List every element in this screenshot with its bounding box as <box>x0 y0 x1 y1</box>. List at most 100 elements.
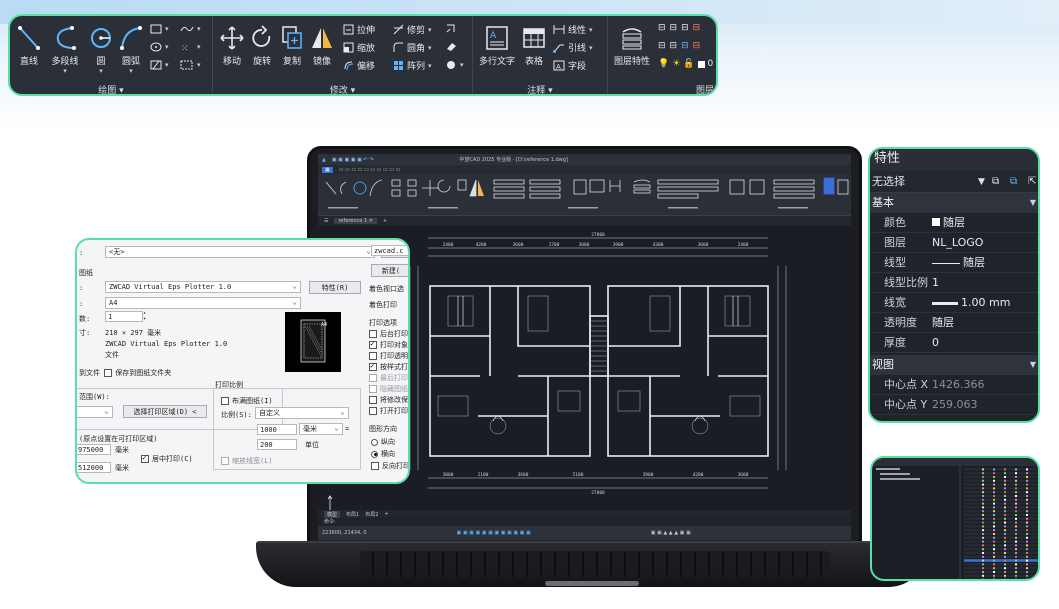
circle-button[interactable]: 圆 ▾ <box>88 24 114 75</box>
line-button[interactable]: 直线 <box>16 24 42 67</box>
cad-menu-items[interactable]: ▭ ▭ ▭ ▭ ▭ ▭ ▭ ▭ ▭ ▭ <box>339 167 401 173</box>
prop-row-center-x[interactable]: 中心点 X 1426.366 <box>870 375 1038 395</box>
fillet-button[interactable]: 圆角 ▾ <box>393 41 432 54</box>
quick-access-toolbar[interactable]: ▣ ▣ ▣ ▣ ▣ ↶ ↷ <box>332 157 374 163</box>
hatch-button[interactable]: ▾ <box>150 60 169 70</box>
ellipse-button[interactable]: ▾ <box>150 42 169 52</box>
status-toggles[interactable]: ▣ ▣ ▣ ▣ ▣ ▣ ▣ ▣ ▣ ▣ ▣ ▣ <box>457 530 531 536</box>
copy-button[interactable]: 复制 <box>279 24 305 67</box>
opt-last-checkbox[interactable]: 最后打印 <box>369 373 408 383</box>
chevron-down-icon[interactable]: ▼ <box>978 171 985 193</box>
polyline-button[interactable]: 多段线 ▾ <box>48 24 82 75</box>
prop-row-thickness[interactable]: 厚度 0 <box>870 333 1038 353</box>
rectangle-button[interactable]: ▾ <box>150 24 169 34</box>
view-section-header[interactable]: 视图 ▼ <box>870 355 1038 375</box>
polyline-dropdown-icon[interactable]: ▾ <box>48 67 82 75</box>
layer-state-icon[interactable]: ⊟ <box>658 23 666 33</box>
fit-paper-checkbox[interactable]: 布满图纸(I) <box>221 396 273 406</box>
rotate-button[interactable]: 旋转 <box>249 24 275 67</box>
prop-row-ltscale[interactable]: 线型比例 1 <box>870 273 1038 293</box>
cad-menu-active[interactable]: ▦ <box>322 166 333 173</box>
opt-transparency-checkbox[interactable]: 打印透明 <box>369 351 408 361</box>
layer-delete-icon[interactable]: ⊟ <box>693 41 701 51</box>
region-button[interactable]: ▾ <box>180 60 201 70</box>
cad-new-tab-icon[interactable]: + <box>383 218 387 224</box>
offset-button[interactable]: 偏移 <box>343 59 375 72</box>
scale-select[interactable]: 自定义 <box>255 406 349 419</box>
mirror-button[interactable]: 镜像 <box>309 24 335 67</box>
scale-lineweights-checkbox[interactable]: 缩放线宽(L) <box>221 456 273 466</box>
circle-dropdown-icon[interactable]: ▾ <box>88 67 114 75</box>
save-drawing-file-option[interactable]: 到文件 保存到图纸文件夹 <box>79 368 171 378</box>
cad-doc-tab[interactable]: reference 1 × <box>334 218 377 224</box>
opt-stamp-checkbox[interactable]: 打开打印 <box>369 406 408 416</box>
layout-tab-1[interactable]: 布局1 <box>346 511 359 518</box>
join-button[interactable]: ▾ <box>445 59 464 70</box>
cad-menu-hamburger-icon[interactable]: ☰ <box>324 218 328 224</box>
printer-select[interactable]: ZWCAD Virtual Eps Plotter 1.0 <box>105 280 301 293</box>
printer-properties-button[interactable]: 特性(R) <box>309 281 361 294</box>
basic-section-header[interactable]: 基本 ▼ <box>870 193 1038 213</box>
basic-collapse-icon[interactable]: ▼ <box>1030 193 1036 213</box>
layer-lock-icon[interactable]: ⊟ <box>681 41 689 51</box>
scale-numerator-input[interactable]: 1000 <box>257 424 297 435</box>
prop-row-linetype[interactable]: 线型 随层 <box>870 253 1038 273</box>
explode-button[interactable] <box>445 23 456 34</box>
layer-row[interactable] <box>964 578 1038 581</box>
view-collapse-icon[interactable]: ▼ <box>1030 355 1036 375</box>
right-new-button[interactable]: 新建( <box>371 264 408 277</box>
spline-button[interactable]: ▾ <box>180 24 201 34</box>
orient-reverse-checkbox[interactable]: 反向打印 <box>371 461 408 471</box>
arc-dropdown-icon[interactable]: ▾ <box>118 67 144 75</box>
opt-styles-checkbox[interactable]: 按样式打 <box>369 361 408 372</box>
layer-off-icon[interactable]: ⊟ <box>658 41 666 51</box>
opt-hide-checkbox[interactable]: 隐藏图纸 <box>369 384 408 394</box>
scale-denominator-input[interactable]: 200 <box>257 439 297 450</box>
field-button[interactable]: A 字段 <box>553 59 586 72</box>
right-top-field[interactable]: zwcad.c <box>371 245 408 256</box>
arc-button[interactable]: 圆弧 ▾ <box>118 24 144 75</box>
opt-log-checkbox[interactable]: 将修改保 <box>369 395 408 405</box>
layer-walk-icon[interactable]: ⊟ <box>693 23 701 33</box>
layout-add-icon[interactable]: + <box>384 511 388 517</box>
layer-current-dropdown[interactable]: 💡 ☀ 🔓 0 <box>658 59 713 69</box>
offset-y-input[interactable]: 512000 <box>77 462 111 473</box>
prop-row-layer[interactable]: 图层 NL_LOGO <box>870 233 1038 253</box>
scale-button[interactable]: 缩放 <box>343 41 375 54</box>
layer-properties-button[interactable]: 图层特性 <box>612 24 652 67</box>
linear-dim-button[interactable]: 线性 ▾ <box>553 23 593 36</box>
copies-input[interactable]: 1 <box>105 311 143 322</box>
point-button[interactable]: ⁙ ▾ <box>180 42 201 52</box>
selection-dropdown[interactable]: 无选择 ▼ ⧉ ⧉ ⇱ <box>870 171 1038 193</box>
layer-freeze-icon[interactable]: ⊟ <box>670 41 678 51</box>
leader-button[interactable]: 引线 ▾ <box>553 41 593 54</box>
offset-x-input[interactable]: 975000 <box>77 444 111 455</box>
array-button[interactable]: 阵列 ▾ <box>393 59 432 72</box>
erase-button[interactable] <box>445 41 457 52</box>
status-right-tools[interactable]: ▣ ▣ ▲ ▲ ▲ ▣ ▣ <box>651 530 691 536</box>
select-objects-icon[interactable]: ⇱ <box>1028 171 1036 193</box>
table-button[interactable]: 表格 <box>521 24 547 67</box>
stretch-button[interactable]: 拉伸 <box>343 23 375 36</box>
copies-spinner-icon[interactable]: ▴ ▾ <box>143 310 146 322</box>
opt-objects-checkbox[interactable]: 打印对象 <box>369 339 408 350</box>
select-print-area-button[interactable]: 选择打印区域(D) < <box>123 405 207 418</box>
quick-select-icon[interactable]: ⧉ <box>1010 171 1017 193</box>
prop-row-center-y[interactable]: 中心点 Y 259.063 <box>870 395 1038 415</box>
layout-tab-model[interactable]: 模型 <box>324 510 341 518</box>
orient-landscape-radio[interactable]: 横向 <box>371 449 395 459</box>
trim-button[interactable]: 修剪 ▾ <box>393 23 432 36</box>
scale-unit-select[interactable]: 毫米 <box>299 422 343 435</box>
layer-match-icon[interactable]: ⊟ <box>670 23 678 33</box>
prop-row-transparency[interactable]: 透明度 随层 <box>870 313 1038 333</box>
orient-portrait-radio[interactable]: 纵向 <box>371 437 395 447</box>
center-plot-checkbox[interactable]: 居中打印(C) <box>141 453 193 464</box>
toggle-pickadd-icon[interactable]: ⧉ <box>992 171 999 193</box>
layout-tab-2[interactable]: 布局2 <box>365 511 378 518</box>
opt-background-checkbox[interactable]: 后台打印 <box>369 329 408 339</box>
paper-select[interactable]: A4 <box>105 296 301 309</box>
mtext-button[interactable]: A 多行文字 <box>477 24 517 67</box>
print-area-select[interactable] <box>77 405 113 418</box>
preset-select[interactable]: <无> <box>105 245 375 258</box>
cad-command-line[interactable]: 命令: <box>318 518 851 526</box>
